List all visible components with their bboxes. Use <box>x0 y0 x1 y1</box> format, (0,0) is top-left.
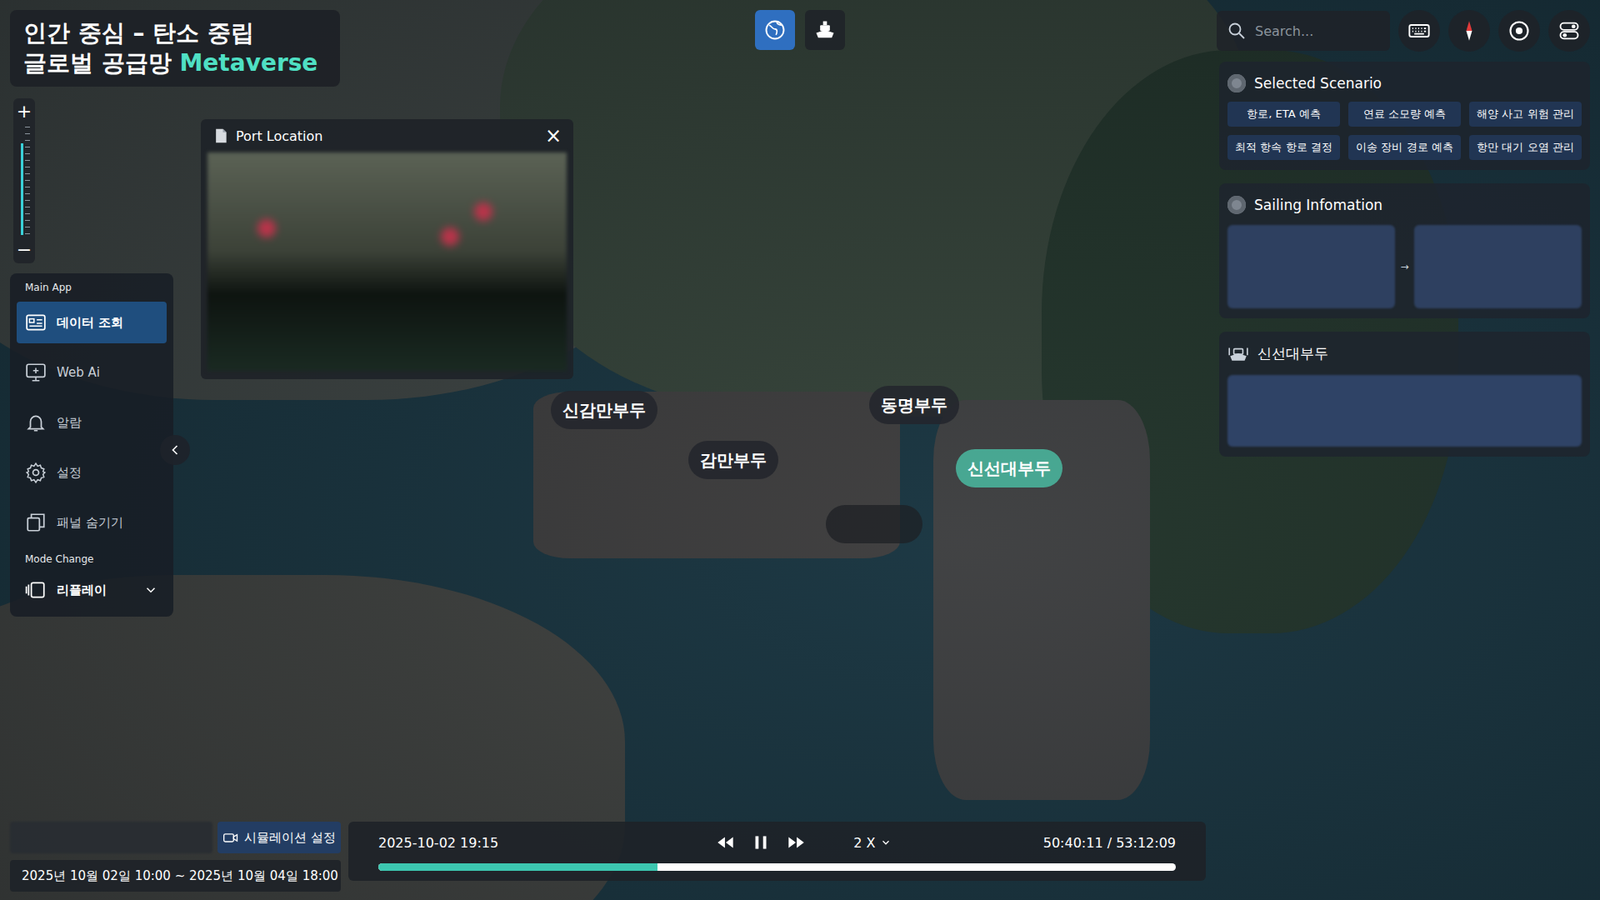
layers-button[interactable] <box>1548 10 1590 52</box>
toggles-icon <box>1557 19 1581 43</box>
date-range: 2025년 10월 02일 10:00 ~ 2025년 10월 04일 18:0… <box>10 860 341 892</box>
camera-icon <box>222 829 240 846</box>
bell-icon <box>25 411 47 434</box>
fast-forward-icon[interactable] <box>785 831 807 854</box>
right-panels: Selected Scenario항로, ETA 예측연료 소모량 예측해양 사… <box>1219 61 1590 457</box>
replay-icon <box>25 579 47 601</box>
arrow-icon: → <box>1400 260 1409 273</box>
search-icon <box>1226 20 1247 41</box>
port-label[interactable]: 신감만부두 <box>550 390 658 430</box>
globe-icon <box>763 18 787 42</box>
playback-bar: 2025-10-02 19:15 2 X 50:40:11 / 53:12:09 <box>348 821 1206 881</box>
document-icon <box>212 127 230 145</box>
keyboard-icon <box>1407 19 1431 43</box>
port-label[interactable] <box>825 505 923 544</box>
port-label[interactable]: 신선대부두 <box>955 449 1063 488</box>
compass-button[interactable] <box>1448 10 1490 52</box>
screen: 신감만부두 동명부두감만부두 신선대부두 인간 중심 – 탄소 중립글로벌 공급망 M… <box>0 0 1600 900</box>
sidebar-item[interactable]: 알람 <box>16 401 167 444</box>
zoom-out-button[interactable]: − <box>16 240 32 260</box>
port-label[interactable]: 감만부두 <box>688 440 779 480</box>
sailing-panel: Sailing Infomation→ <box>1219 183 1590 319</box>
scenario-button[interactable]: 연료 소모량 예측 <box>1348 101 1461 127</box>
scenario-button[interactable]: 이송 장비 경로 예측 <box>1348 135 1461 160</box>
ship-icon <box>813 18 837 42</box>
search-field[interactable]: Search... <box>1216 10 1390 51</box>
scenario-button[interactable]: 항만 대기 오염 관리 <box>1469 135 1582 160</box>
copy-icon <box>25 511 47 534</box>
locate-button[interactable] <box>1498 10 1540 52</box>
sidebar-item[interactable]: 데이터 조회 <box>16 301 167 344</box>
scenario-button[interactable]: 최적 항속 항로 결정 <box>1227 135 1340 160</box>
terminal-info <box>1227 375 1582 447</box>
scenario-button[interactable]: 해양 사고 위험 관리 <box>1469 101 1582 127</box>
scenario-button[interactable]: 항로, ETA 예측 <box>1227 101 1340 127</box>
ship-icon <box>1227 342 1250 365</box>
terminal-panel: 신선대부두 <box>1219 331 1590 457</box>
sidebar: Main App 데이터 조회 Web Ai 알람설정패널 숨기기 Mode Chang… <box>10 273 174 617</box>
target-icon <box>1507 19 1531 43</box>
pause-icon[interactable] <box>750 831 772 854</box>
chevron-down-icon <box>143 582 159 598</box>
compass-icon <box>1457 19 1481 43</box>
view-button[interactable] <box>805 10 845 50</box>
speed-dropdown[interactable]: 2 X <box>853 835 892 851</box>
view-toggle <box>755 10 845 50</box>
close-button[interactable]: × <box>545 125 562 146</box>
app-title: 인간 중심 – 탄소 중립글로벌 공급망 Metaverse <box>10 10 340 87</box>
zoom-control: +− <box>13 98 35 264</box>
scenario-icon <box>1227 74 1246 93</box>
collapse-button[interactable] <box>160 435 190 465</box>
port-label[interactable]: 동명부두 <box>869 385 960 425</box>
gear-icon <box>25 461 47 484</box>
scenario-panel: Selected Scenario항로, ETA 예측연료 소모량 예측해양 사… <box>1219 61 1590 170</box>
current-time: 2025-10-02 19:15 <box>378 835 499 851</box>
monitor-icon <box>25 361 47 384</box>
simulation-settings-button[interactable]: 시뮬레이션 설정 <box>217 821 341 854</box>
chevron-down-icon <box>880 836 892 849</box>
port-image <box>207 152 567 371</box>
simulation-area: 시뮬레이션 설정 2025년 10월 02일 10:00 ~ 2025년 10월 … <box>10 821 341 892</box>
destination-card <box>1414 225 1582 309</box>
progress-bar[interactable] <box>378 863 1176 871</box>
zoom-in-button[interactable]: + <box>16 101 32 122</box>
sidebar-item[interactable]: Web Ai <box>16 351 167 394</box>
keyboard-button[interactable] <box>1398 10 1440 52</box>
blurred-field <box>10 821 213 854</box>
sidebar-item[interactable]: 설정 <box>16 451 167 494</box>
mode-dropdown[interactable]: 리플레이 <box>16 573 167 607</box>
zoom-slider[interactable] <box>20 126 28 235</box>
section-label: Mode Change <box>16 553 167 565</box>
origin-card <box>1227 225 1395 309</box>
sidebar-item[interactable]: 패널 숨기기 <box>16 501 167 544</box>
section-label: Main App <box>16 281 167 294</box>
sailing-icon <box>1227 195 1246 215</box>
data-table-icon <box>25 311 47 334</box>
view-button[interactable] <box>755 10 795 50</box>
popup-title: Port Location <box>235 128 323 145</box>
elapsed-time: 50:40:11 / 53:12:09 <box>1043 835 1176 851</box>
chevron-left-icon <box>166 441 184 459</box>
port-location-popup: Port Location × <box>200 119 574 380</box>
toolbar: Search... <box>1216 10 1590 52</box>
rewind-icon[interactable] <box>715 831 737 854</box>
